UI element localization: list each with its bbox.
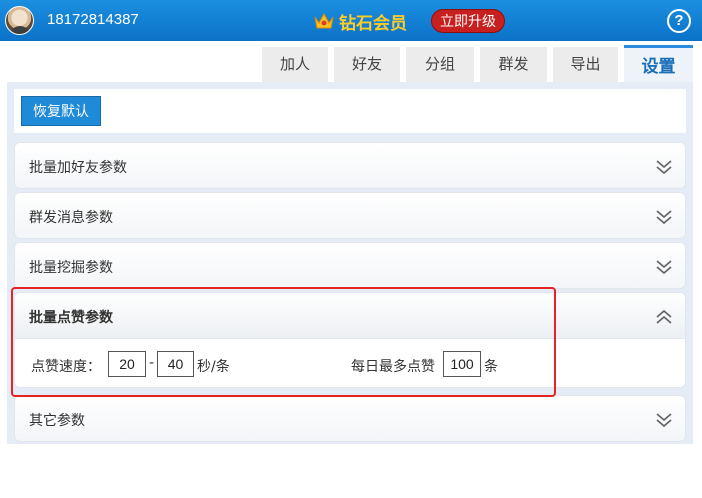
like-speed-max-input[interactable]: 40 <box>157 351 194 377</box>
daily-max-like-input[interactable]: 100 <box>443 351 481 377</box>
restore-defaults-button[interactable]: 恢复默认 <box>21 96 101 126</box>
section-title: 批量加好友参数 <box>29 160 127 176</box>
section-title: 批量挖掘参数 <box>29 260 113 276</box>
chevron-double-down-icon[interactable] <box>655 158 673 176</box>
section-body: 点赞速度： 20 - 40 秒/条 每日最多点赞 100 条 <box>15 339 685 387</box>
section-title: 群发消息参数 <box>29 210 113 226</box>
section-broadcast-message[interactable]: 群发消息参数 <box>14 192 686 239</box>
tab-add-people[interactable]: 加人 <box>262 47 328 82</box>
section-other-params[interactable]: 其它参数 <box>14 395 686 442</box>
vip-label: 钻石会员 <box>339 13 407 34</box>
like-speed-min-input[interactable]: 20 <box>108 351 146 377</box>
chevron-double-up-icon[interactable] <box>655 308 673 326</box>
help-icon[interactable]: ? <box>667 9 691 33</box>
daily-unit-label: 条 <box>484 359 498 375</box>
account-phone: 18172814387 <box>47 11 139 28</box>
section-batch-like: 批量点赞参数 点赞速度： 20 - 40 秒/条 每日最多点赞 100 条 <box>14 292 686 388</box>
section-title: 其它参数 <box>29 413 85 429</box>
upgrade-button[interactable]: 立即升级 <box>431 9 505 33</box>
tab-settings[interactable]: 设置 <box>624 45 693 86</box>
tab-broadcast[interactable]: 群发 <box>480 47 547 82</box>
tab-bar: 加人 好友 分组 群发 导出 设置 <box>0 41 702 86</box>
crown-icon <box>314 12 334 29</box>
like-speed-label: 点赞速度： <box>31 359 101 375</box>
top-bar: 18172814387 钻石会员 立即升级 ? <box>0 0 702 41</box>
vip-badge: 钻石会员 <box>313 9 407 34</box>
speed-unit-label: 秒/条 <box>197 359 230 375</box>
daily-max-like-label: 每日最多点赞 <box>351 359 435 375</box>
chevron-double-down-icon[interactable] <box>655 208 673 226</box>
tab-export[interactable]: 导出 <box>553 47 618 82</box>
section-batch-mining[interactable]: 批量挖掘参数 <box>14 242 686 289</box>
chevron-double-down-icon[interactable] <box>655 258 673 276</box>
chevron-double-down-icon[interactable] <box>655 411 673 429</box>
section-title: 批量点赞参数 <box>29 310 113 326</box>
avatar[interactable] <box>5 6 34 35</box>
range-dash: - <box>149 355 155 371</box>
tab-friends[interactable]: 好友 <box>334 47 400 82</box>
section-header[interactable]: 批量点赞参数 <box>15 293 685 339</box>
tab-groups[interactable]: 分组 <box>406 47 474 82</box>
toolbar <box>14 89 686 133</box>
section-batch-add-friends[interactable]: 批量加好友参数 <box>14 142 686 189</box>
